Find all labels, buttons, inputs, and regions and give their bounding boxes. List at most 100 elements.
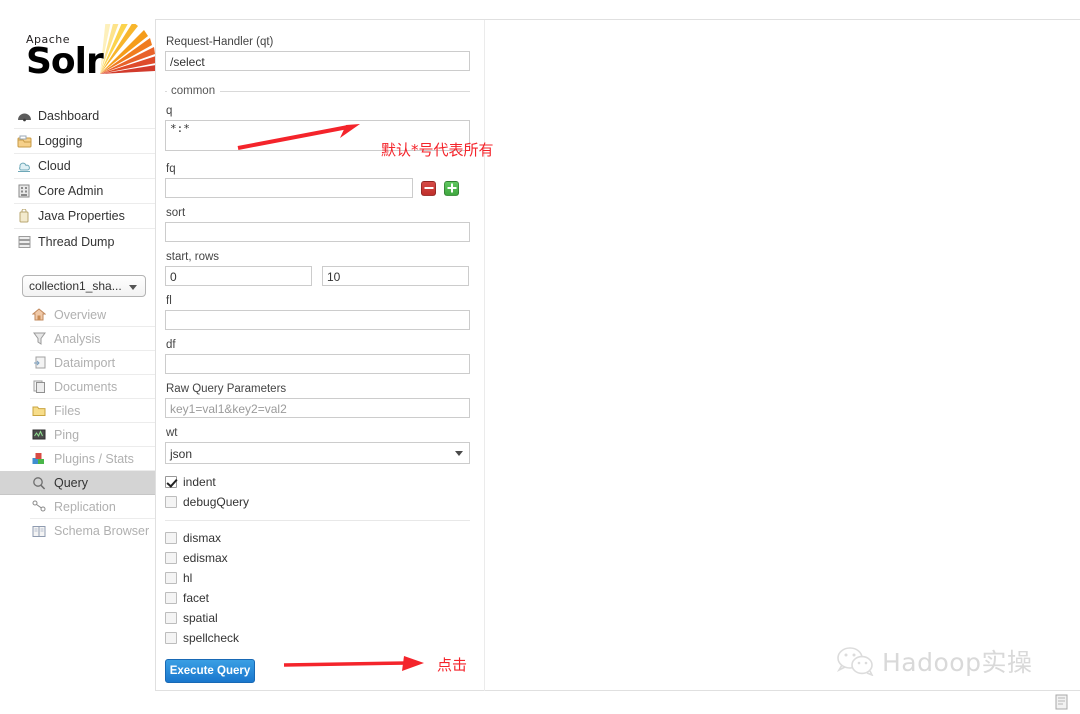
minus-icon[interactable] [421,180,436,196]
sidebar-item-ping[interactable]: Ping [30,423,155,447]
dismax-checkbox[interactable] [165,532,177,544]
annotation-click-note: 点击 [437,656,468,674]
cloud-icon [16,158,32,174]
request-handler-label: Request-Handler (qt) [166,36,274,48]
page-icon[interactable] [1055,694,1071,712]
sidebar-item-dataimport[interactable]: Dataimport [30,351,155,375]
sidebar-item-label: Replication [54,499,116,514]
sidebar-item-replication[interactable]: Replication [30,495,155,519]
checkbox-row-spellcheck[interactable]: spellcheck [165,628,472,648]
q-label: q [166,105,173,117]
sidebar-item-core-admin[interactable]: Core Admin [14,179,155,204]
plus-icon[interactable] [444,180,459,196]
sidebar-item-label: Analysis [54,331,101,346]
sidebar-item-overview[interactable]: Overview [30,303,155,327]
sidebar-item-label: Files [54,403,81,418]
core-selector-dropdown[interactable]: collection1_sha... [22,275,146,297]
checkbox-row-indent[interactable]: indent [165,472,472,492]
solr-logo-text: Apache Solr [26,34,104,80]
sidebar-item-files[interactable]: Files [30,399,155,423]
common-legend: common [171,85,216,97]
fq-input[interactable] [165,178,413,198]
common-fieldset: common [165,85,470,97]
checkbox-row-facet[interactable]: facet [165,588,472,608]
spellcheck-checkbox[interactable] [165,632,177,644]
checkbox-row-dismax[interactable]: dismax [165,528,472,548]
annotation-arrow-q [237,124,360,150]
sidebar-item-cloud[interactable]: Cloud [14,154,155,179]
fq-label: fq [166,163,176,175]
primary-checkbox-group: indent debugQuery [165,472,472,512]
sort-input[interactable] [165,222,470,242]
sidebar-item-label: Dashboard [38,109,100,123]
fl-input[interactable] [165,310,470,330]
df-label: df [166,339,176,351]
checkbox-row-edismax[interactable]: edismax [165,548,472,568]
magnifier-icon [30,475,48,491]
sidebar-item-thread-dump[interactable]: Thread Dump [14,229,155,254]
sidebar-item-label: Thread Dump [38,234,115,249]
results-panel [486,20,1080,691]
solr-admin-screen: Apache Solr Dashboard Logging Cloud Core… [0,0,1080,714]
replication-icon [30,499,48,515]
start-rows-label: start, rows [166,251,220,263]
sidebar-item-schema-browser[interactable]: Schema Browser [30,519,155,543]
watermark-text: Hadoop实操 [882,648,1033,677]
sidebar-item-label: Schema Browser [54,524,150,538]
checkbox-label: spellcheck [183,631,240,645]
df-input[interactable] [165,354,470,374]
divider [165,520,470,521]
start-input[interactable]: 0 [165,266,312,286]
checkbox-row-spatial[interactable]: spatial [165,608,472,628]
checkbox-label: hl [183,571,193,585]
sort-label: sort [166,207,186,219]
sidebar-item-java-properties[interactable]: Java Properties [14,204,155,229]
wt-select[interactable]: json [165,442,470,464]
chevron-down-icon [129,285,137,290]
main-nav: Dashboard Logging Cloud Core Admin Java … [14,104,155,254]
rows-input[interactable]: 10 [322,266,469,286]
fq-row [165,178,472,198]
sidebar-item-analysis[interactable]: Analysis [30,327,155,351]
facet-checkbox[interactable] [165,592,177,604]
dataimport-icon [30,355,48,371]
raw-query-parameters-label: Raw Query Parameters [166,383,287,395]
spatial-checkbox[interactable] [165,612,177,624]
sidebar-item-logging[interactable]: Logging [14,129,155,154]
checkbox-row-hl[interactable]: hl [165,568,472,588]
sidebar-item-documents[interactable]: Documents [30,375,155,399]
indent-checkbox[interactable] [165,476,177,488]
checkbox-label: indent [183,475,216,489]
thread-dump-icon [16,234,32,250]
sidebar-item-query[interactable]: Query [0,471,155,495]
query-form: Request-Handler (qt) /select common q *:… [156,20,485,691]
wt-value: json [170,447,193,461]
sidebar-item-label: Java Properties [38,209,125,223]
watermark: Hadoop实操 [836,643,1032,679]
documents-icon [30,379,48,395]
hl-checkbox[interactable] [165,572,177,584]
checkbox-row-debugquery[interactable]: debugQuery [165,492,472,512]
ping-icon [30,427,48,443]
chevron-down-icon [455,451,463,456]
sidebar-item-label: Core Admin [38,184,104,198]
request-handler-input[interactable]: /select [165,51,470,71]
plugins-icon [30,451,48,467]
checkbox-label: debugQuery [183,495,250,509]
sidebar-item-plugins-stats[interactable]: Plugins / Stats [30,447,155,471]
dashboard-icon [16,108,32,124]
secondary-checkbox-group: dismax edismax hl facet spatial spellche… [165,528,472,648]
sidebar-item-dashboard[interactable]: Dashboard [14,104,155,129]
raw-query-parameters-input[interactable]: key1=val1&key2=val2 [165,398,470,418]
edismax-checkbox[interactable] [165,552,177,564]
fl-label: fl [166,295,172,307]
debugquery-checkbox[interactable] [165,496,177,508]
content-panel: Request-Handler (qt) /select common q *:… [155,19,1080,691]
execute-query-button[interactable]: Execute Query [165,659,255,683]
sidebar-item-label: Documents [54,379,118,394]
solr-logo[interactable]: Apache Solr [14,24,156,90]
core-selector-value: collection1_sha... [29,279,122,293]
core-nav: Overview Analysis Dataimport Documents F… [0,303,155,543]
checkbox-label: edismax [183,551,228,565]
funnel-icon [30,331,48,347]
